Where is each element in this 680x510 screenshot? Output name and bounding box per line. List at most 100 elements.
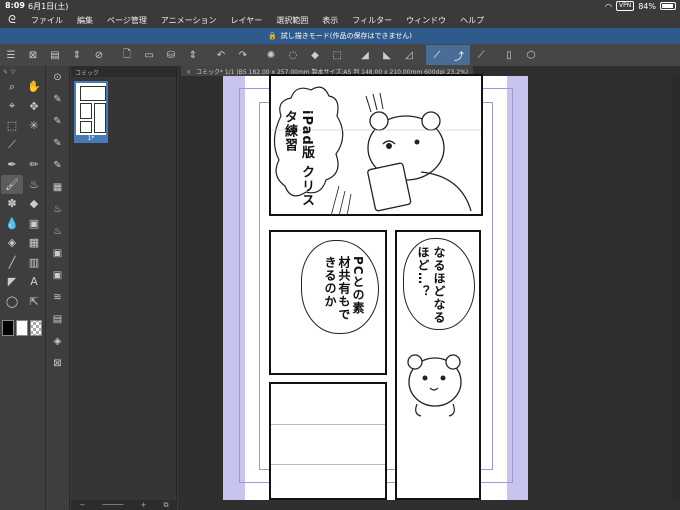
copy-icon[interactable]: ⧉ [163,501,168,510]
operation-icon[interactable]: ⌖ [1,97,23,117]
snap2-icon[interactable]: ◣ [376,45,398,65]
subtool-14-icon[interactable]: ⊠ [46,352,69,374]
page-thumbnail[interactable]: 1* [74,81,108,143]
sub-tool-column: ⊙ ✎ ✎ ✎ ✎ ▦ ♨ ♨ ▣ ▣ ≋ ▤ ◈ ⊠ [46,66,70,510]
menu-page-management[interactable]: ページ管理 [100,15,154,26]
app-logo-icon[interactable]: ᘓ [0,13,24,27]
clear-icon[interactable]: ◌ [282,45,304,65]
no-symbol-icon[interactable]: ⊘ [88,45,110,65]
menu-view[interactable]: 表示 [315,15,345,26]
menu-layer[interactable]: レイヤー [224,15,270,26]
close-icon[interactable]: × [186,69,191,76]
hamburger-menu-icon[interactable]: ☰ [0,45,22,65]
subtool-9-icon[interactable]: ▣ [46,264,69,286]
material-icon[interactable]: ▤ [46,308,69,330]
page-thumbnail-image [76,83,106,135]
eraser-icon[interactable]: ◆ [23,194,45,214]
decoration-icon[interactable]: ✽ [1,194,23,214]
device-icon[interactable]: ▯ [498,45,520,65]
figure-icon[interactable]: ╱ [1,253,23,273]
canvas-area[interactable]: × コミック* 1/1 (B5 182.00 x 257.00mm 製本サイズ:… [178,66,680,510]
open-folder-icon[interactable]: ▭ [138,45,160,65]
subtool-7-icon[interactable]: ♨ [46,220,69,242]
subtool-1-icon[interactable]: ✎ [46,88,69,110]
manga-panel-1: iPad版 クリスタ練習 [269,74,483,216]
slider-track[interactable]: ───── [102,501,123,509]
transparent-color-swatch[interactable] [30,320,42,336]
menu-window[interactable]: ウィンドウ [399,15,453,26]
canvas-paper: iPad版 クリスタ練習 PCとの素材共有もできるのか なるほどなるほど…？ [223,74,528,500]
bear-drawing-2 [407,354,462,417]
save-icon[interactable]: ⛁ [160,45,182,65]
color-swatches [2,320,42,336]
menu-selection[interactable]: 選択範囲 [269,15,315,26]
selection-icon[interactable]: ⬚ [1,116,23,136]
correction-icon[interactable]: ⇱ [23,292,45,312]
tool-tab-icon[interactable]: ✎ ツ [3,67,16,76]
ruler-icon[interactable]: ◤ [1,272,23,292]
brush-icon[interactable]: 🖌 [1,174,23,194]
reorder-icon[interactable]: ⇕ [66,45,88,65]
export-icon[interactable]: ⇕ [182,45,204,65]
balloon-icon[interactable]: ◯ [1,292,23,312]
move-icon[interactable]: ✥ [23,97,45,117]
special-ruler-snap-icon[interactable]: ⤴ [448,45,470,65]
navigator-icon[interactable]: ⊙ [46,66,69,88]
redo-icon[interactable]: ↷ [232,45,254,65]
layout-icon[interactable]: ▤ [44,45,66,65]
loading-icon[interactable]: ✺ [260,45,282,65]
panel-1-title: iPad版 クリスタ練習 [282,110,314,208]
app-window: 8:09 6月1日(土) ◠ VPN 84% ᘓ ファイル 編集 ページ管理 ア… [0,0,680,510]
pencil-icon[interactable]: ✏ [23,155,45,175]
gradient-icon[interactable]: ▦ [23,233,45,253]
companion-icon[interactable]: ⬡ [520,45,542,65]
frame-icon[interactable]: ▥ [23,253,45,273]
blend-icon[interactable]: 💧 [1,214,23,234]
manga-panel-4 [269,382,387,500]
new-file-icon[interactable]: 🗋 [116,45,138,65]
page-thumbnail-label: 1* [87,135,95,142]
eyedropper-icon[interactable]: ⟋ [1,136,23,156]
battery-percent: 84% [638,1,656,11]
menu-file[interactable]: ファイル [24,15,70,26]
sub-color-swatch[interactable] [16,320,28,336]
airbrush-icon[interactable]: ♨ [23,175,45,195]
subtool-6-icon[interactable]: ♨ [46,198,69,220]
zoom-icon[interactable]: ⌕ [1,77,23,97]
stack-icon[interactable]: ◈ [46,330,69,352]
transform-icon[interactable]: ⬚ [326,45,348,65]
subtool-3-icon[interactable]: ✎ [46,132,69,154]
undo-icon[interactable]: ↶ [210,45,232,65]
plus-icon[interactable]: + [141,501,147,509]
bucket-icon[interactable]: ◈ [1,233,23,253]
ruler-snap-icon[interactable]: ⟋ [426,45,448,65]
command-bar: ☰ ⊠ ▤ ⇕ ⊘ 🗋 ▭ ⛁ ⇕ ↶ ↷ ✺ ◌ ◆ ⬚ ◢ ◣ ◿ ⟋ ⤴ … [0,44,680,66]
text-icon[interactable]: A [23,272,45,292]
subtool-2-icon[interactable]: ✎ [46,110,69,132]
minus-icon[interactable]: − [80,501,86,509]
snap3-icon[interactable]: ◿ [398,45,420,65]
subtool-4-icon[interactable]: ✎ [46,154,69,176]
status-bar: 8:09 6月1日(土) ◠ VPN 84% [0,0,680,12]
magic-wand-icon[interactable]: ✳ [23,116,45,136]
pen-icon[interactable]: ✒ [1,155,23,175]
subtool-5-icon[interactable]: ▦ [46,176,69,198]
grid-snap-icon[interactable]: ⟋ [470,45,492,65]
vpn-badge: VPN [616,1,635,11]
menu-bar: ᘓ ファイル 編集 ページ管理 アニメーション レイヤー 選択範囲 表示 フィル… [0,12,680,28]
fill-icon[interactable]: ◆ [304,45,326,65]
menu-edit[interactable]: 編集 [70,15,100,26]
fit-screen-icon[interactable]: ⊠ [22,45,44,65]
menu-help[interactable]: ヘルプ [453,15,491,26]
layers-icon[interactable]: ≋ [46,286,69,308]
trial-mode-banner: 🔒 試し描きモード(作品の保存はできません) [0,28,680,44]
snap-icon[interactable]: ◢ [354,45,376,65]
page-manager-header: コミック [71,66,176,77]
menu-filter[interactable]: フィルター [345,15,399,26]
fill-tool-icon[interactable]: ▣ [23,214,45,234]
menu-animation[interactable]: アニメーション [154,15,224,26]
main-color-swatch[interactable] [2,320,14,336]
hand-icon[interactable]: ✋ [23,77,45,97]
subtool-8-icon[interactable]: ▣ [46,242,69,264]
canvas-scrollbar[interactable] [672,76,680,500]
